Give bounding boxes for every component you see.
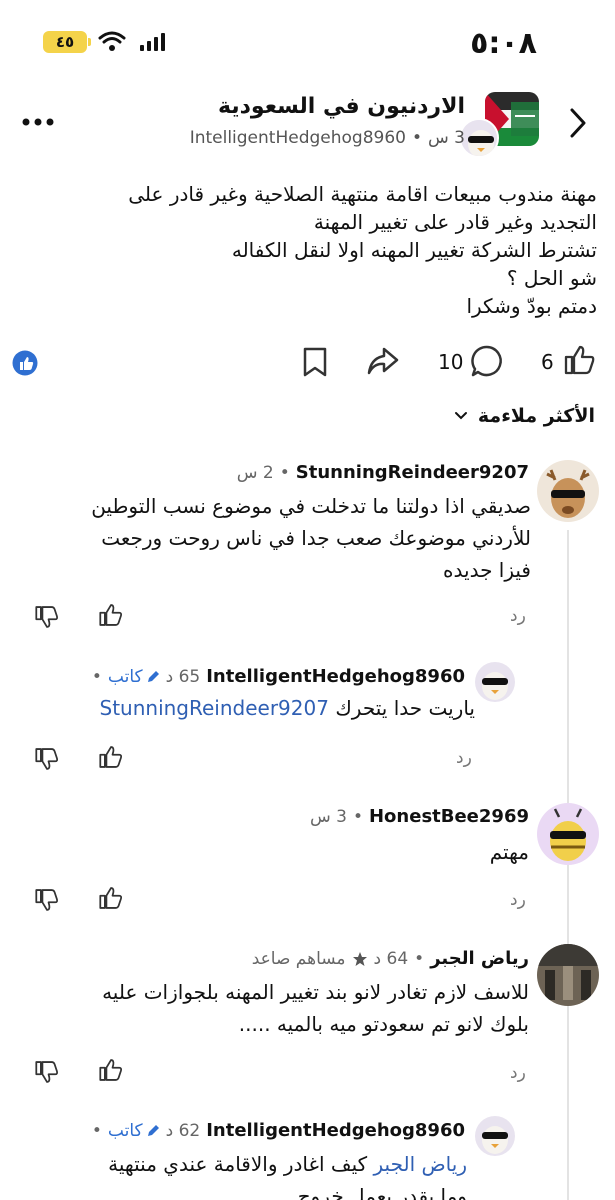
comment-body: رياض الجبر كيف اغادر والاقامة عندي منتهي… [108,1152,468,1200]
comment-body: صديقي اذا دولتنا ما تدخلت في موضوع نسب ا… [91,494,531,582]
comment-icon[interactable] [470,344,504,382]
upvote-icon[interactable] [98,1057,124,1087]
comment-header: HonestBee2969 • 3 س [309,806,529,827]
upvote-icon[interactable] [98,885,124,915]
commenter-name[interactable]: StunningReindeer9207 [296,462,529,483]
commenter-name[interactable]: IntelligentHedgehog8960 [206,666,465,687]
reply-button[interactable]: رد [510,1063,526,1083]
commenter-avatar[interactable] [537,803,599,865]
pencil-icon [147,1124,159,1136]
comment-body: للاسف لازم تغادر لانو بند تغيير المهنه ب… [102,980,529,1036]
comment-time: 2 س [236,462,274,483]
comment-time: 65 د [165,666,201,687]
post-line: شو الحل ؟ [506,266,597,290]
commenter-avatar[interactable] [537,460,599,522]
op-badge: كاتب [108,667,160,687]
downvote-icon[interactable] [34,746,60,776]
downvote-icon[interactable] [34,1059,60,1089]
comment-time: 62 د [165,1120,201,1141]
commenter-avatar[interactable] [475,1116,515,1156]
commenter-name[interactable]: HonestBee2969 [369,806,529,827]
post-body: مهنة مندوب مبيعات اقامة منتهية الصلاحية … [17,180,597,320]
post-line: مهنة مندوب مبيعات اقامة منتهية الصلاحية … [128,182,597,206]
wifi-icon [98,30,126,56]
back-chevron-icon[interactable] [569,107,587,143]
comment-time: 3 س [309,806,347,827]
comment-time: 64 د [373,948,409,969]
cellular-icon [140,33,166,55]
like-badge-icon[interactable] [12,350,38,380]
upvote-icon[interactable] [98,602,124,632]
comment-count: 10 [438,350,464,374]
comment-header: 62 د IntelligentHedgehog8960 كاتب • [91,1120,465,1141]
mention-link[interactable]: StunningReindeer9207 [100,696,329,720]
post-line: التجديد وغير قادر على تغيير المهنة [313,210,597,234]
reply-button[interactable]: رد [456,748,472,768]
bookmark-icon[interactable] [302,346,328,382]
author-avatar[interactable] [459,118,499,158]
post-line: دمتم بودّ وشكرا [466,294,597,318]
commenter-name[interactable]: رياض الجبر [430,948,529,969]
battery-indicator: ٤٥ [43,31,91,53]
comment-header: 65 د IntelligentHedgehog8960 كاتب • [91,666,465,687]
comment-body: مهتم [489,840,529,864]
share-icon[interactable] [366,346,400,380]
commenter-avatar[interactable] [537,944,599,1006]
sort-label: الأكثر ملاءمة [477,405,595,427]
upvote-count: 6 [541,350,554,374]
reply-button[interactable]: رد [510,890,526,910]
post-time: 3 س [428,128,465,148]
author-username[interactable]: IntelligentHedgehog8960 [190,128,406,148]
mention-link[interactable]: رياض الجبر [374,1152,468,1176]
comment-body: ياريت حدا يتحرك StunningReindeer9207 [99,696,476,720]
comment-header: StunningReindeer9207 • 2 س [236,462,529,483]
pencil-icon [147,670,159,682]
comment-header: رياض الجبر • 64 د مساهم صاعد [251,948,529,969]
downvote-icon[interactable] [34,887,60,917]
community-title[interactable]: الاردنيون في السعودية [218,94,465,119]
op-badge: كاتب [108,1121,160,1141]
reply-button[interactable]: رد [510,606,526,626]
post-meta: 3 س • IntelligentHedgehog8960 [189,128,465,148]
sort-dropdown[interactable]: الأكثر ملاءمة [454,405,595,427]
more-options-icon[interactable] [22,112,54,131]
commenter-name[interactable]: IntelligentHedgehog8960 [206,1120,465,1141]
thread-line [567,530,569,1200]
post-line: تشترط الشركة تغيير المهنه اولا لنقل الكف… [231,238,597,262]
commenter-avatar[interactable] [475,662,515,702]
downvote-icon[interactable] [34,604,60,634]
contributor-badge: مساهم صاعد [251,948,346,969]
status-time: ٥:٠٨ [470,26,537,61]
battery-level: ٤٥ [55,33,75,51]
star-icon [352,951,367,966]
chevron-down-icon [454,412,467,420]
upvote-icon[interactable] [563,343,597,381]
upvote-icon[interactable] [98,744,124,774]
